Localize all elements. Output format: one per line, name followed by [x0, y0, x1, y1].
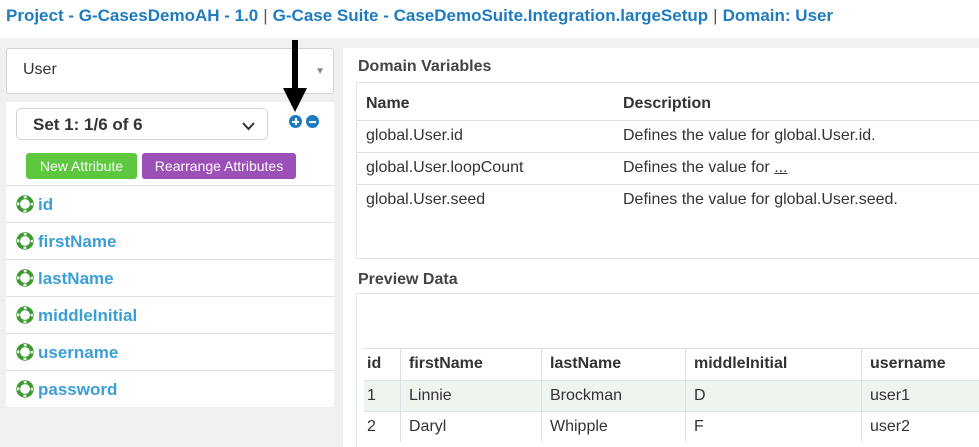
breadcrumb-separator: | [263, 6, 268, 25]
table-cell: user2 [870, 418, 911, 435]
table-cell: F [694, 418, 704, 435]
caret-down-icon: ▼ [315, 66, 325, 77]
table-row[interactable]: 2 Daryl Whipple F user2 [364, 411, 979, 442]
attribute-item[interactable]: username [6, 333, 334, 370]
table-cell: Brockman [550, 387, 623, 404]
table-row[interactable]: global.User.seed Defines the value for g… [357, 184, 979, 216]
breadcrumb-domain[interactable]: Domain: User [723, 6, 834, 25]
lifebuoy-icon [16, 269, 34, 292]
attribute-label: middleInitial [38, 306, 138, 325]
variable-name: global.User.id [366, 127, 463, 144]
set-select-value: Set 1: 1/6 of 6 [33, 115, 143, 134]
variable-name: global.User.seed [366, 191, 486, 208]
column-header: id [367, 355, 382, 372]
lifebuoy-icon [16, 232, 34, 255]
set-select[interactable]: Set 1: 1/6 of 6 [16, 108, 268, 140]
column-header-description: Description [623, 95, 712, 112]
attributes-panel: Set 1: 1/6 of 6 New Attribute Rearrange … [6, 102, 334, 407]
breadcrumb-separator: | [713, 6, 718, 25]
variable-description: Defines the value for global.User.seed. [623, 191, 898, 208]
attribute-item[interactable]: middleInitial [6, 296, 334, 333]
table-cell: user1 [870, 387, 911, 404]
attribute-label: username [38, 343, 119, 362]
new-attribute-button[interactable]: New Attribute [26, 153, 137, 179]
column-header: username [870, 355, 946, 372]
column-header: lastName [550, 355, 622, 372]
domain-variables-title: Domain Variables [358, 58, 492, 75]
attribute-label: lastName [38, 269, 114, 288]
lifebuoy-icon [16, 195, 34, 218]
lifebuoy-icon [16, 380, 34, 403]
table-row[interactable]: global.User.id Defines the value for glo… [357, 120, 979, 152]
variable-description: Defines the value for ... [623, 159, 788, 177]
column-header-name: Name [366, 95, 410, 112]
attribute-label: id [38, 195, 54, 214]
lifebuoy-icon [16, 343, 34, 366]
main-panel: Domain Variables Name Description global… [343, 48, 979, 447]
annotation-arrow-icon [281, 40, 309, 119]
column-header: middleInitial [694, 355, 788, 372]
table-cell: Whipple [550, 418, 608, 435]
preview-data-panel: id firstName lastName middleInitial user… [356, 293, 979, 447]
table-row[interactable]: global.User.loopCount Defines the value … [357, 152, 979, 184]
attribute-item[interactable]: id [6, 185, 334, 222]
table-cell: 1 [367, 387, 376, 404]
preview-data-title: Preview Data [358, 271, 458, 288]
lifebuoy-icon [16, 306, 34, 329]
table-cell: 2 [367, 418, 376, 435]
breadcrumb-suite[interactable]: G-Case Suite - CaseDemoSuite.Integration… [273, 6, 708, 25]
more-link[interactable]: ... [774, 159, 787, 176]
table-row[interactable]: 1 Linnie Brockman D user1 [364, 380, 979, 411]
table-header: id firstName lastName middleInitial user… [364, 348, 979, 380]
breadcrumb: Project - G-CasesDemoAH - 1.0 | G-Case Sui… [6, 6, 833, 28]
rearrange-attributes-button[interactable]: Rearrange Attributes [142, 153, 296, 179]
attribute-label: firstName [38, 232, 117, 251]
column-header: firstName [409, 355, 483, 372]
attribute-list: id firstName lastName middleInitial user… [6, 185, 334, 407]
attribute-item[interactable]: lastName [6, 259, 334, 296]
table-cell: D [694, 387, 706, 404]
attribute-label: password [38, 380, 118, 399]
variable-name: global.User.loopCount [366, 159, 524, 176]
chevron-down-icon [242, 118, 255, 136]
variable-description: Defines the value for global.User.id. [623, 127, 876, 144]
domain-select-value: User [23, 61, 57, 78]
domain-variables-table: Name Description global.User.id Defines … [356, 82, 979, 259]
variable-description-text: Defines the value for [623, 159, 770, 176]
preview-data-table: id firstName lastName middleInitial user… [364, 348, 979, 442]
attribute-item[interactable]: password [6, 370, 334, 407]
attribute-item[interactable]: firstName [6, 222, 334, 259]
table-cell: Linnie [409, 387, 452, 404]
breadcrumb-project[interactable]: Project - G-CasesDemoAH - 1.0 [6, 6, 258, 25]
table-header: Name Description [357, 83, 979, 120]
table-cell: Daryl [409, 418, 447, 435]
